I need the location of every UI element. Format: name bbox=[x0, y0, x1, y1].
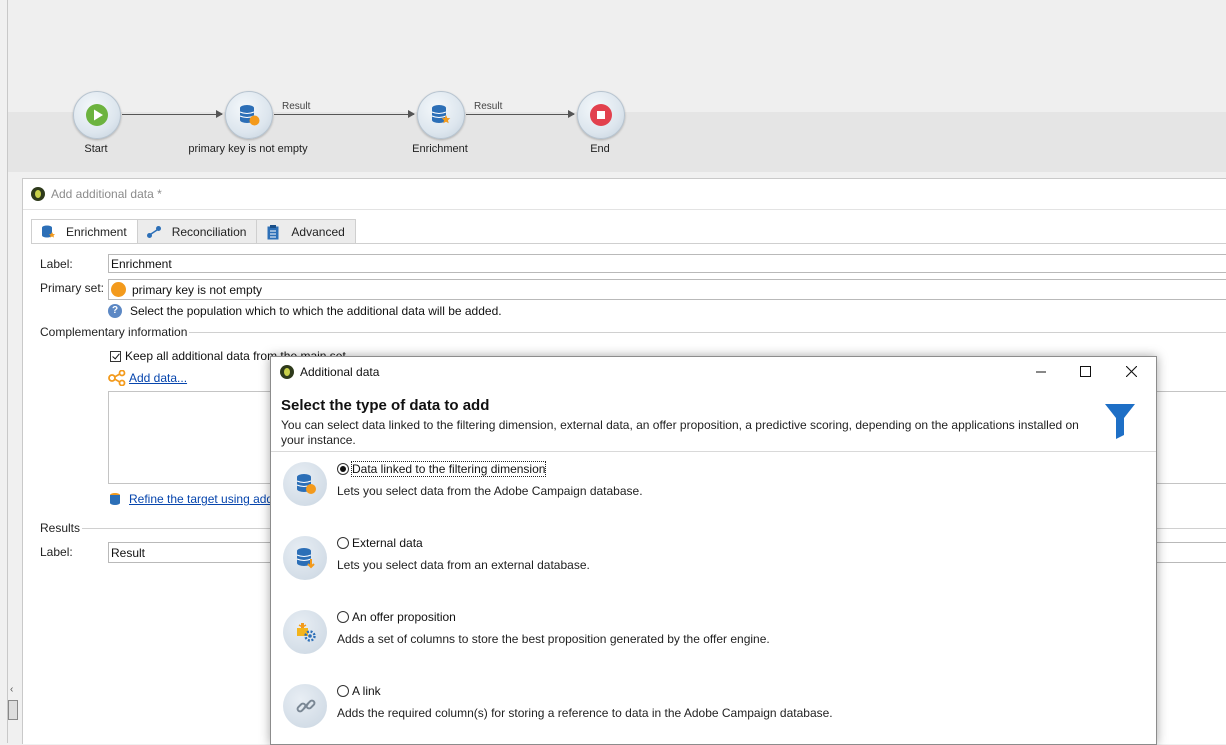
workflow-node-label: End bbox=[590, 143, 610, 155]
results-label-caption: Label: bbox=[40, 545, 73, 559]
tab-reconciliation[interactable]: Reconciliation bbox=[136, 219, 258, 243]
maximize-button[interactable] bbox=[1063, 357, 1108, 386]
option-label: A link bbox=[352, 684, 381, 698]
database-linked-icon bbox=[296, 474, 316, 494]
database-filter-icon bbox=[110, 493, 120, 505]
close-button[interactable] bbox=[1109, 357, 1154, 386]
primary-set-help: ? Select the population which to which t… bbox=[108, 304, 502, 318]
complementary-section-title: Complementary information bbox=[40, 325, 190, 339]
tab-divider bbox=[31, 243, 1226, 244]
canvas-background bbox=[8, 0, 1226, 112]
workflow-canvas[interactable]: Start primary key is not empty Result En… bbox=[0, 0, 1226, 743]
dialog-title: Additional data bbox=[300, 364, 380, 379]
option-radio[interactable] bbox=[337, 685, 349, 697]
option-label: External data bbox=[352, 536, 423, 550]
minimize-icon bbox=[1035, 371, 1046, 372]
enrichment-icon bbox=[42, 225, 55, 238]
database-query-icon bbox=[239, 105, 260, 126]
option-label: An offer proposition bbox=[352, 610, 456, 624]
workflow-transition[interactable] bbox=[466, 110, 575, 118]
workflow-node-label: Enrichment bbox=[412, 143, 468, 155]
close-icon bbox=[1126, 366, 1137, 377]
refine-target-row: Refine the target using add bbox=[108, 491, 273, 507]
canvas-left-border bbox=[7, 0, 8, 743]
stop-icon bbox=[590, 104, 612, 126]
add-data-link[interactable]: Add data... bbox=[129, 371, 187, 385]
option-description: Adds the required column(s) for storing … bbox=[337, 706, 833, 720]
scroll-left-arrow-icon[interactable]: ‹ bbox=[10, 684, 13, 695]
label-input[interactable]: Enrichment bbox=[108, 254, 1226, 273]
editor-tabs: Enrichment Reconciliation Advanced bbox=[31, 219, 356, 244]
option-icon bbox=[283, 536, 327, 580]
editor-title: Add additional data * bbox=[51, 187, 162, 201]
additional-data-dialog: Additional data Select the type of data … bbox=[270, 356, 1157, 745]
tab-label: Advanced bbox=[291, 224, 345, 239]
primary-set-help-text: Select the population which to which the… bbox=[130, 304, 502, 318]
clipboard-icon bbox=[267, 224, 279, 239]
results-label-value: Result bbox=[111, 545, 146, 560]
option-external-data[interactable]: External data bbox=[337, 536, 423, 550]
option-description: Lets you select data from an external da… bbox=[337, 558, 590, 572]
minimize-button[interactable] bbox=[1018, 357, 1063, 386]
offer-icon bbox=[297, 623, 316, 642]
database-enrichment-icon bbox=[431, 105, 451, 124]
primary-set-field[interactable]: primary key is not empty bbox=[108, 279, 1226, 300]
maximize-icon bbox=[1080, 366, 1091, 377]
app-logo-icon bbox=[31, 187, 45, 201]
dialog-titlebar[interactable]: Additional data bbox=[271, 357, 1156, 386]
workflow-node-end[interactable] bbox=[577, 91, 625, 139]
tab-label: Reconciliation bbox=[171, 224, 247, 239]
primary-set-value: primary key is not empty bbox=[132, 282, 263, 297]
label-input-value: Enrichment bbox=[111, 256, 172, 271]
external-database-icon bbox=[296, 548, 315, 569]
dialog-description: You can select data linked to the filter… bbox=[281, 418, 1079, 447]
funnel-icon bbox=[1105, 404, 1135, 439]
label-caption: Label: bbox=[40, 257, 73, 271]
refine-target-link[interactable]: Refine the target using add bbox=[129, 492, 273, 506]
share-nodes-icon bbox=[108, 370, 126, 386]
play-icon bbox=[86, 104, 108, 126]
scrollbar-thumb[interactable] bbox=[8, 700, 18, 720]
add-data-row: Add data... bbox=[108, 370, 187, 386]
option-radio[interactable] bbox=[337, 611, 349, 623]
transition-label: Result bbox=[282, 101, 311, 112]
reconciliation-icon bbox=[146, 225, 161, 238]
option-icon bbox=[283, 462, 327, 506]
workflow-node-start[interactable] bbox=[73, 91, 121, 139]
tab-advanced[interactable]: Advanced bbox=[256, 219, 356, 243]
editor-titlebar: Add additional data * bbox=[23, 179, 1226, 210]
option-radio[interactable] bbox=[337, 463, 349, 475]
link-icon bbox=[296, 699, 316, 713]
option-icon bbox=[283, 610, 327, 654]
workflow-node-enrichment[interactable] bbox=[417, 91, 465, 139]
primary-set-dot-icon bbox=[111, 282, 126, 297]
tab-label: Enrichment bbox=[66, 225, 127, 239]
option-icon bbox=[283, 684, 327, 728]
section-divider bbox=[40, 332, 1226, 333]
dialog-heading: Select the type of data to add bbox=[281, 397, 490, 414]
option-radio[interactable] bbox=[337, 537, 349, 549]
app-logo-icon bbox=[280, 364, 294, 379]
workflow-node-query[interactable] bbox=[225, 91, 273, 139]
option-label: Data linked to the filtering dimension bbox=[350, 461, 547, 477]
results-section-title: Results bbox=[40, 521, 83, 535]
workflow-transition[interactable] bbox=[274, 110, 415, 118]
option-description: Lets you select data from the Adobe Camp… bbox=[337, 484, 643, 498]
header-divider bbox=[271, 451, 1156, 452]
option-data-linked[interactable]: Data linked to the filtering dimension bbox=[337, 461, 547, 477]
option-link[interactable]: A link bbox=[337, 684, 381, 698]
transition-label: Result bbox=[474, 101, 503, 112]
option-description: Adds a set of columns to store the best … bbox=[337, 632, 770, 646]
workflow-transition[interactable] bbox=[122, 110, 223, 118]
workflow-node-label: primary key is not empty bbox=[188, 143, 308, 155]
help-icon: ? bbox=[108, 304, 122, 318]
workflow-node-label: Start bbox=[84, 143, 108, 155]
primary-set-caption: Primary set: bbox=[40, 281, 105, 295]
option-offer-proposition[interactable]: An offer proposition bbox=[337, 610, 456, 624]
keep-all-checkbox[interactable] bbox=[110, 350, 121, 362]
tab-enrichment[interactable]: Enrichment bbox=[31, 219, 138, 244]
